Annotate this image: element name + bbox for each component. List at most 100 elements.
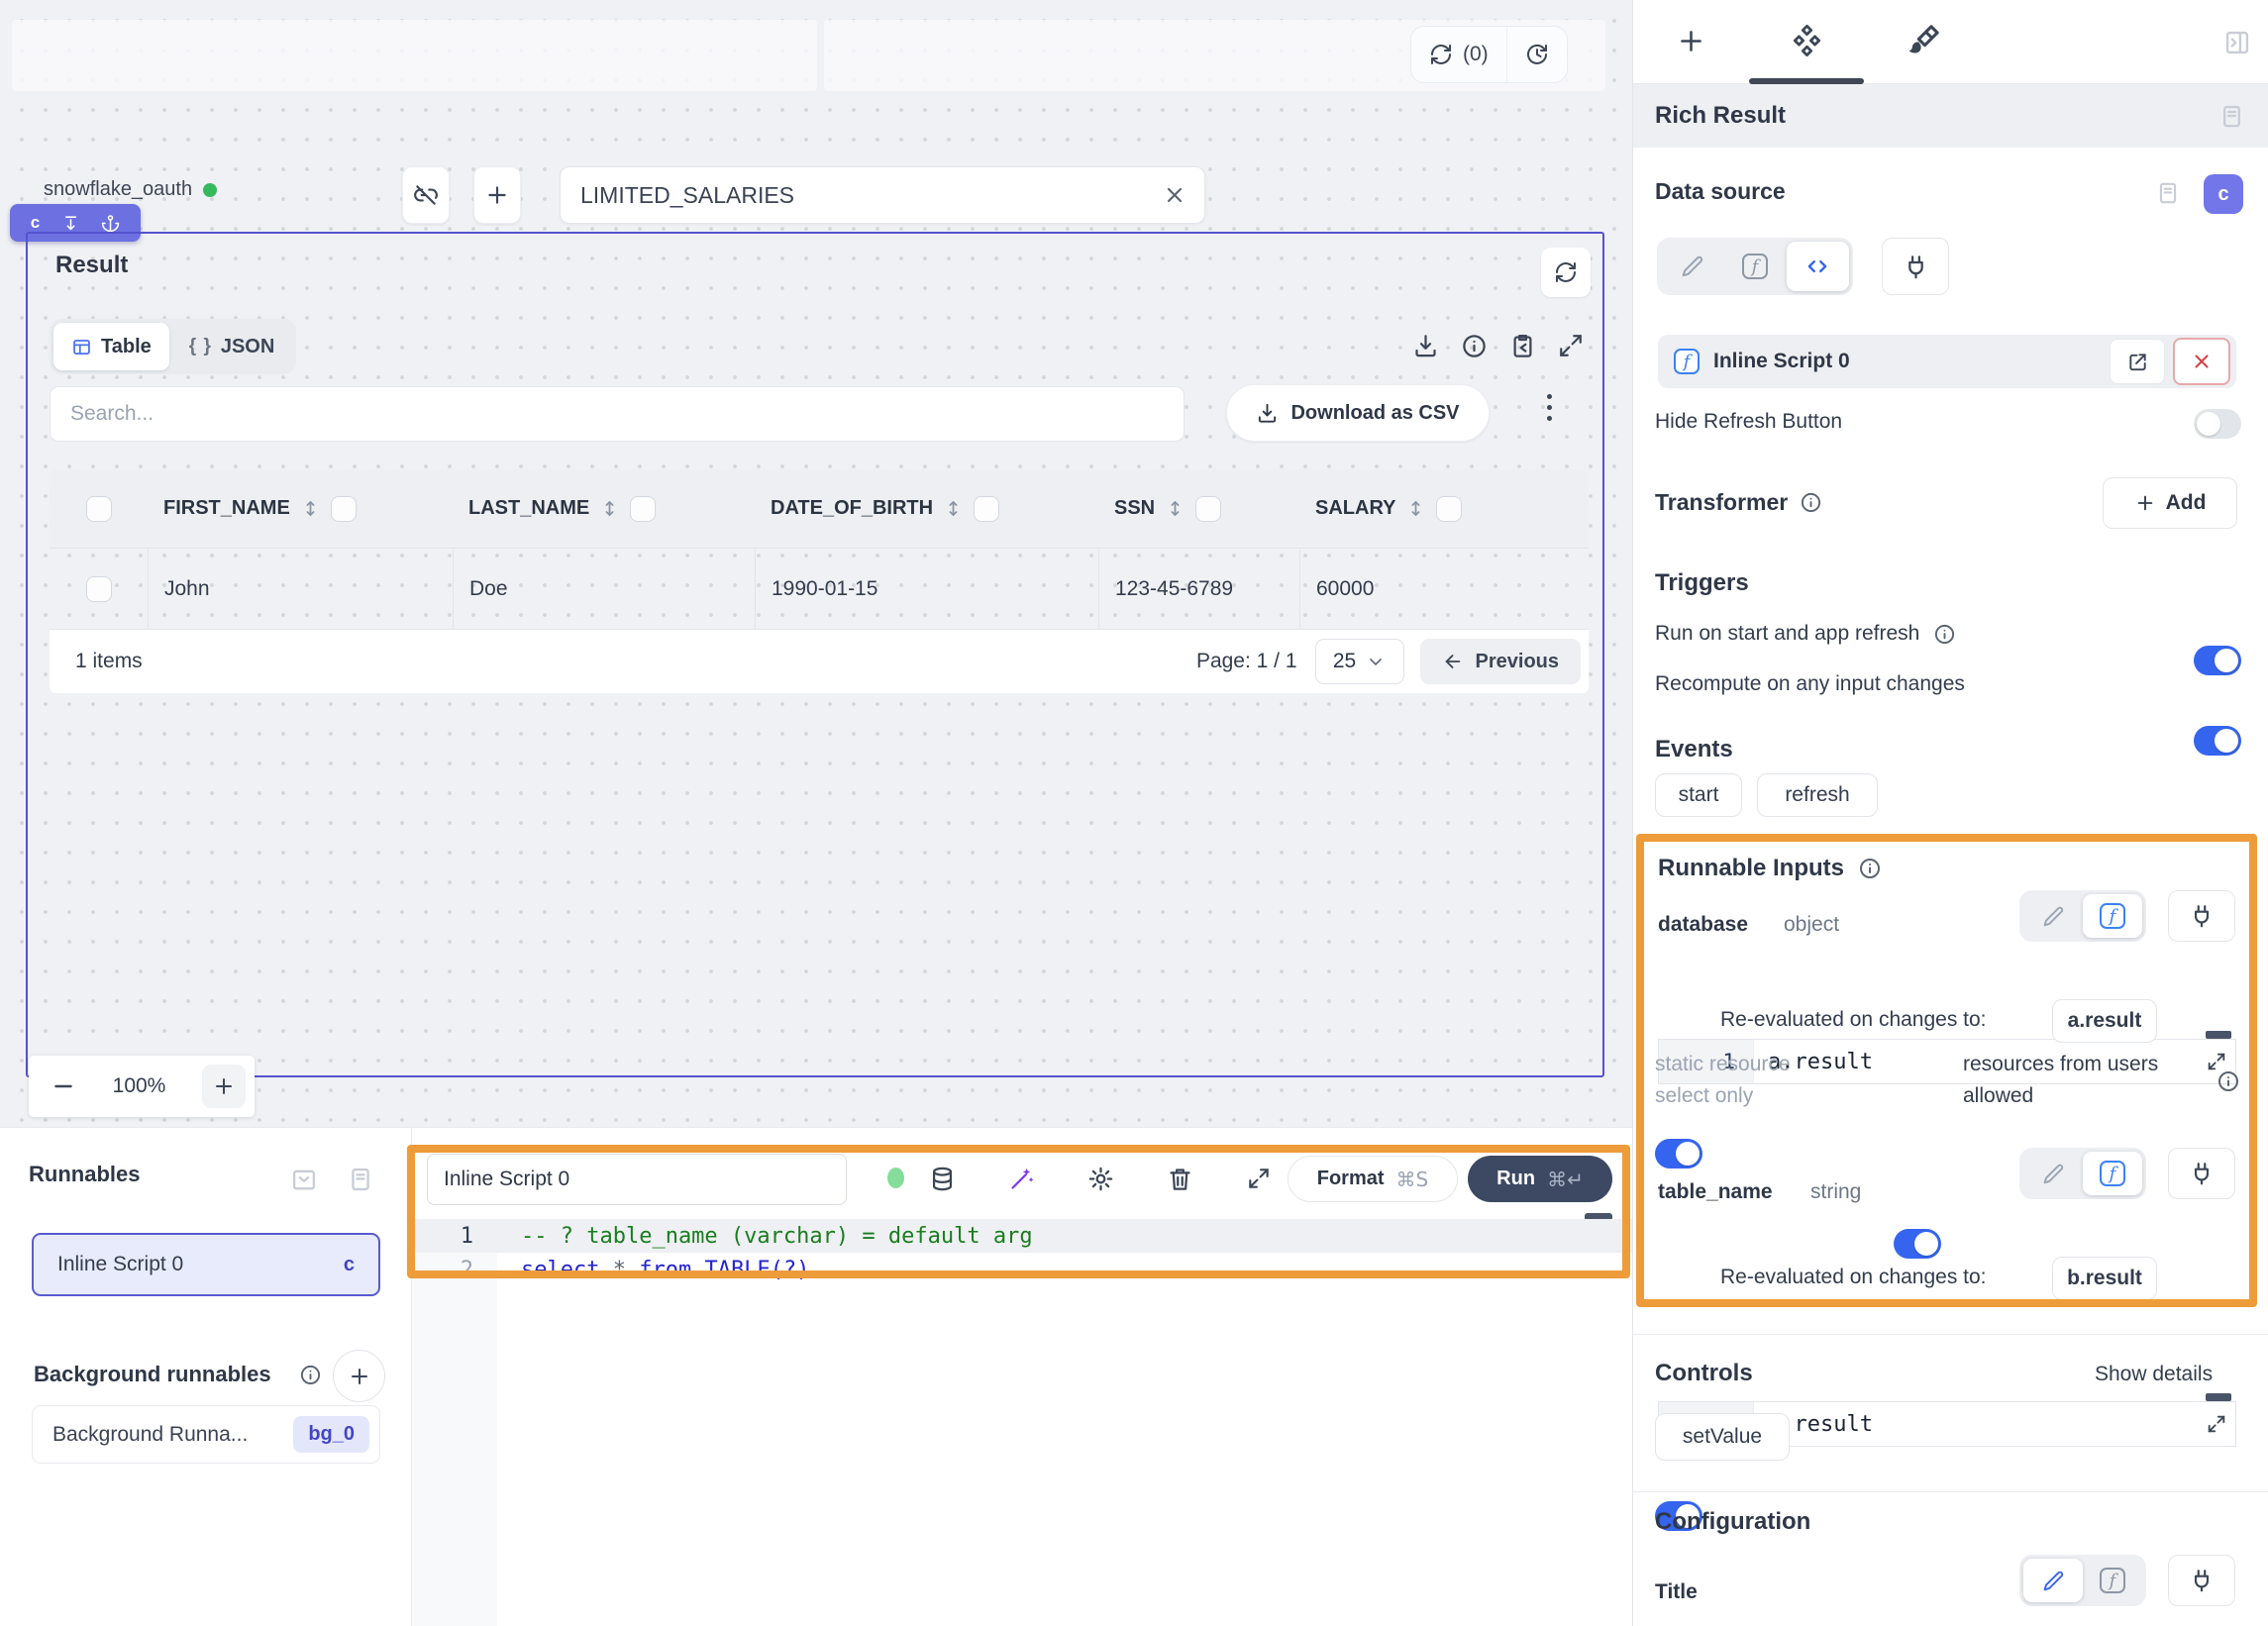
doc-icon[interactable]	[2218, 103, 2245, 130]
table-name-input[interactable]	[561, 182, 1163, 209]
script-name-input[interactable]	[428, 1168, 846, 1191]
sort-icon[interactable]	[943, 498, 964, 519]
show-details-link[interactable]: Show details	[2095, 1363, 2213, 1386]
column-option[interactable]	[1195, 496, 1221, 522]
tab-table[interactable]: Table	[53, 323, 169, 370]
anchor-icon[interactable]	[101, 214, 120, 233]
gear-icon[interactable]	[1087, 1166, 1114, 1192]
code-line[interactable]: 2 select * from TABLE(?)	[412, 1253, 1632, 1286]
data-source-chip[interactable]: f Inline Script 0	[1658, 335, 2236, 388]
table-more-menu-button[interactable]	[1547, 394, 1552, 421]
refresh-all-button[interactable]: (0)	[1411, 27, 1506, 82]
download-icon[interactable]	[1412, 333, 1439, 359]
run-button[interactable]: Run ⌘↵	[1468, 1156, 1612, 1202]
collapse-all-icon[interactable]	[290, 1166, 318, 1193]
code-line[interactable]: 1 -- ? table_name (varchar) = default ar…	[412, 1219, 1632, 1253]
move-down-icon[interactable]	[61, 214, 80, 233]
empty-component-placeholder[interactable]	[12, 20, 817, 91]
collapse-panel-icon[interactable]	[2223, 29, 2251, 56]
hide-refresh-toggle[interactable]	[2194, 409, 2241, 439]
column-option[interactable]	[331, 496, 357, 522]
info-icon[interactable]	[1461, 333, 1488, 359]
sort-icon[interactable]	[300, 498, 321, 519]
history-button[interactable]	[1507, 27, 1567, 82]
table-name-connect-button[interactable]	[2168, 1148, 2235, 1199]
event-chip-refresh[interactable]: refresh	[1757, 773, 1878, 817]
info-icon[interactable]	[1858, 857, 1882, 880]
sort-icon[interactable]	[1165, 498, 1186, 519]
result-refresh-button[interactable]	[1541, 248, 1591, 297]
remove-source-button[interactable]	[2173, 338, 2230, 385]
app-canvas[interactable]: (0) snowflake_oauth c	[0, 0, 1632, 1127]
add-button[interactable]	[473, 166, 521, 224]
previous-page-button[interactable]: Previous	[1420, 639, 1581, 684]
mode-function-option[interactable]: f	[1723, 242, 1786, 291]
mode-function-option[interactable]: f	[2083, 1152, 2142, 1195]
components-tab-icon[interactable]	[1789, 24, 1825, 60]
column-option[interactable]	[630, 496, 656, 522]
mode-code-option[interactable]	[1787, 242, 1849, 291]
info-icon[interactable]	[299, 1364, 322, 1386]
event-chip-start[interactable]: start	[1655, 773, 1742, 817]
info-icon[interactable]	[1933, 623, 1956, 646]
resources-from-users-toggle[interactable]	[1894, 1229, 1941, 1259]
code-area[interactable]: 1 -- ? table_name (varchar) = default ar…	[412, 1219, 1632, 1286]
mode-function-option[interactable]: f	[2083, 1559, 2142, 1602]
table-name-reeval-chip[interactable]: b.result	[2052, 1257, 2157, 1300]
database-connect-button[interactable]	[2168, 890, 2235, 942]
page-size-select[interactable]: 25	[1315, 639, 1404, 684]
expand-editor-button[interactable]	[2206, 1413, 2227, 1435]
column-option[interactable]	[1436, 496, 1462, 522]
mode-static-option[interactable]	[2023, 1152, 2083, 1195]
open-script-button[interactable]	[2110, 339, 2165, 384]
sort-icon[interactable]	[599, 498, 620, 519]
table-row[interactable]: John Doe 1990-01-15 123-45-6789 60000	[50, 549, 1589, 629]
mode-static-option[interactable]	[1661, 242, 1723, 291]
column-option[interactable]	[974, 496, 999, 522]
magic-wand-icon[interactable]	[1008, 1166, 1035, 1192]
sort-icon[interactable]	[1405, 498, 1426, 519]
runnable-item-inline-script-0[interactable]: Inline Script 0 c	[32, 1233, 380, 1296]
expand-icon[interactable]	[1246, 1166, 1272, 1191]
doc-icon[interactable]	[2155, 180, 2181, 206]
mode-static-option[interactable]	[2023, 894, 2083, 938]
column-header[interactable]: SSN	[1098, 469, 1299, 548]
column-header[interactable]: FIRST_NAME	[148, 469, 453, 548]
maximize-icon[interactable]	[1558, 333, 1584, 358]
database-reeval-toggle[interactable]	[1655, 1139, 1702, 1169]
database-icon[interactable]	[929, 1166, 956, 1192]
mode-static-option[interactable]	[2023, 1559, 2083, 1602]
mode-function-option[interactable]: f	[2083, 894, 2142, 938]
title-connect-button[interactable]	[2168, 1555, 2235, 1606]
tab-table-label: Table	[101, 336, 152, 358]
connect-source-button[interactable]	[1882, 238, 1949, 295]
zoom-out-button[interactable]	[51, 1073, 76, 1099]
column-header[interactable]: SALARY	[1299, 469, 1589, 548]
download-csv-button[interactable]: Download as CSV	[1226, 384, 1490, 442]
add-background-runnable-button[interactable]	[333, 1350, 385, 1402]
styles-tab-icon[interactable]	[1905, 23, 1941, 59]
info-icon[interactable]	[1800, 491, 1822, 514]
recompute-toggle[interactable]	[2194, 726, 2241, 756]
inspector-panel: Rich Result Data source c f f Inline Scr…	[1632, 0, 2268, 1626]
info-icon[interactable]	[2216, 1069, 2240, 1093]
clear-input-button[interactable]	[1163, 183, 1186, 207]
format-button[interactable]: Format ⌘S	[1288, 1156, 1458, 1202]
select-all-checkbox[interactable]	[86, 496, 112, 522]
column-header[interactable]: LAST_NAME	[453, 469, 755, 548]
zoom-in-button[interactable]	[202, 1065, 246, 1108]
control-chip-setvalue[interactable]: setValue	[1655, 1413, 1790, 1461]
tab-json[interactable]: { } JSON	[171, 323, 293, 370]
background-runnable-item[interactable]: Background Runna... bg_0	[32, 1405, 380, 1464]
column-header[interactable]: DATE_OF_BIRTH	[755, 469, 1098, 548]
database-reeval-chip[interactable]: a.result	[2052, 999, 2157, 1043]
add-transformer-button[interactable]: Add	[2103, 477, 2237, 529]
trash-icon[interactable]	[1167, 1166, 1193, 1192]
run-on-start-toggle[interactable]	[2194, 646, 2241, 675]
doc-list-icon[interactable]	[347, 1166, 374, 1193]
clipboard-copy-icon[interactable]	[1509, 333, 1536, 359]
table-search-input[interactable]	[51, 402, 1184, 426]
add-component-tab-icon[interactable]	[1676, 26, 1706, 56]
row-checkbox[interactable]	[86, 576, 112, 602]
unlink-button[interactable]	[402, 166, 450, 224]
